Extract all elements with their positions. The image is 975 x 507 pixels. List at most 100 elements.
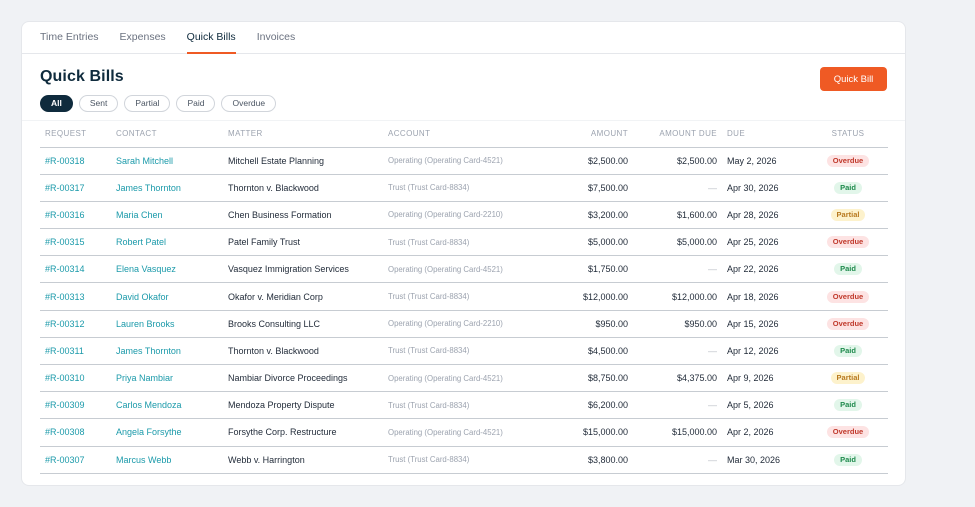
status-cell: Paid: [808, 446, 888, 474]
contact-link[interactable]: Robert Patel: [111, 228, 223, 257]
column-header-account[interactable]: ACCOUNT: [383, 121, 550, 148]
account-cell: Operating (Operating Card-2210): [383, 310, 550, 338]
status-badge: Paid: [834, 399, 862, 412]
column-header-status[interactable]: STATUS: [808, 121, 888, 148]
matter-cell: Vasquez Immigration Services: [223, 255, 383, 284]
quick-bills-table: REQUEST CONTACT MATTER ACCOUNT AMOUNT AM…: [40, 121, 888, 474]
request-id-link[interactable]: #R-00312: [40, 310, 111, 338]
amount-due-cell: —: [633, 174, 722, 202]
status-cell: Overdue: [808, 147, 888, 175]
amount-cell: $15,000.00: [550, 418, 633, 447]
request-id-link[interactable]: #R-00307: [40, 446, 111, 474]
table-row[interactable]: #R-00314 Elena Vasquez Vasquez Immigration…: [40, 255, 888, 284]
tab-time-entries[interactable]: Time Entries: [40, 22, 99, 54]
table-row[interactable]: #R-00311 James Thornton Thornton v. Blackw…: [40, 337, 888, 366]
request-id-link[interactable]: #R-00311: [40, 337, 111, 366]
matter-cell: Chen Business Formation: [223, 201, 383, 230]
amount-due-cell: $1,600.00: [633, 201, 722, 230]
contact-link[interactable]: Maria Chen: [111, 201, 223, 230]
account-cell: Operating (Operating Card-4521): [383, 364, 550, 393]
filter-all-chip[interactable]: All: [40, 95, 73, 112]
table-row[interactable]: #R-00309 Carlos Mendoza Mendoza Property D…: [40, 391, 888, 420]
column-header-matter[interactable]: MATTER: [223, 121, 383, 148]
due-date-cell: Apr 9, 2026: [722, 364, 808, 393]
table-row[interactable]: #R-00313 David Okafor Okafor v. Meridian C…: [40, 282, 888, 311]
contact-link[interactable]: Carlos Mendoza: [111, 391, 223, 420]
account-cell: Operating (Operating Card-4521): [383, 418, 550, 447]
new-quick-bill-button[interactable]: Quick Bill: [820, 67, 887, 91]
status-cell: Overdue: [808, 228, 888, 257]
table-row[interactable]: #R-00318 Sarah Mitchell Mitchell Estate Pl…: [40, 147, 888, 175]
account-cell: Trust (Trust Card-8834): [383, 174, 550, 202]
status-filter-chips: All Sent Partial Paid Overdue: [40, 95, 887, 112]
status-cell: Paid: [808, 391, 888, 420]
due-date-cell: Mar 30, 2026: [722, 446, 808, 474]
amount-cell: $950.00: [550, 310, 633, 338]
matter-cell: Patel Family Trust: [223, 228, 383, 257]
amount-due-cell: $15,000.00: [633, 418, 722, 447]
contact-link[interactable]: Marcus Webb: [111, 446, 223, 474]
column-header-contact[interactable]: CONTACT: [111, 121, 223, 148]
amount-cell: $8,750.00: [550, 364, 633, 393]
table-row[interactable]: #R-00315 Robert Patel Patel Family Trust Tr…: [40, 228, 888, 257]
request-id-link[interactable]: #R-00310: [40, 364, 111, 393]
table-row[interactable]: #R-00317 James Thornton Thornton v. Blackw…: [40, 174, 888, 202]
filter-partial-chip[interactable]: Partial: [124, 95, 171, 112]
request-id-link[interactable]: #R-00318: [40, 147, 111, 175]
amount-cell: $7,500.00: [550, 174, 633, 202]
request-id-link[interactable]: #R-00315: [40, 228, 111, 257]
matter-cell: Brooks Consulting LLC: [223, 310, 383, 338]
column-header-request[interactable]: REQUEST: [40, 121, 111, 148]
table-row[interactable]: #R-00310 Priya Nambiar Nambiar Divorce Pro…: [40, 364, 888, 393]
contact-link[interactable]: Lauren Brooks: [111, 310, 223, 338]
section-header: Quick Bills All Sent Partial Paid Overdu…: [22, 54, 905, 121]
amount-due-cell: $950.00: [633, 310, 722, 338]
contact-link[interactable]: Elena Vasquez: [111, 255, 223, 284]
tab-quick-bills[interactable]: Quick Bills: [186, 22, 236, 54]
column-header-amount[interactable]: AMOUNT: [550, 121, 633, 148]
contact-link[interactable]: James Thornton: [111, 174, 223, 202]
status-badge: Paid: [834, 181, 862, 194]
column-header-amount-due[interactable]: AMOUNT DUE: [633, 121, 722, 148]
tab-expenses[interactable]: Expenses: [120, 22, 166, 54]
account-cell: Trust (Trust Card-8834): [383, 391, 550, 420]
contact-link[interactable]: James Thornton: [111, 337, 223, 366]
due-date-cell: Apr 18, 2026: [722, 282, 808, 311]
filter-paid-chip[interactable]: Paid: [176, 95, 216, 112]
contact-link[interactable]: Priya Nambiar: [111, 364, 223, 393]
filter-overdue-chip[interactable]: Overdue: [221, 95, 277, 112]
matter-cell: Okafor v. Meridian Corp: [223, 282, 383, 311]
table-row[interactable]: #R-00308 Angela Forsythe Forsythe Corp. Re…: [40, 418, 888, 447]
matter-cell: Nambiar Divorce Proceedings: [223, 364, 383, 393]
table-row[interactable]: #R-00316 Maria Chen Chen Business Formatio…: [40, 201, 888, 230]
request-id-link[interactable]: #R-00316: [40, 201, 111, 230]
status-badge: Overdue: [826, 236, 870, 249]
due-date-cell: Apr 15, 2026: [722, 310, 808, 338]
table-row[interactable]: #R-00312 Lauren Brooks Brooks Consulting L…: [40, 310, 888, 338]
status-badge: Overdue: [826, 154, 870, 167]
contact-link[interactable]: Angela Forsythe: [111, 418, 223, 447]
filter-sent-chip[interactable]: Sent: [78, 95, 119, 112]
request-id-link[interactable]: #R-00308: [40, 418, 111, 447]
table-body: #R-00318 Sarah Mitchell Mitchell Estate Pl…: [40, 147, 888, 474]
request-id-link[interactable]: #R-00313: [40, 282, 111, 311]
quick-bills-card: Time Entries Expenses Quick Bills Invoic…: [21, 21, 906, 486]
table-row[interactable]: #R-00307 Marcus Webb Webb v. Harrington Tru…: [40, 446, 888, 474]
contact-link[interactable]: Sarah Mitchell: [111, 147, 223, 175]
matter-cell: Thornton v. Blackwood: [223, 174, 383, 202]
amount-due-cell: —: [633, 391, 722, 420]
table-header-row: REQUEST CONTACT MATTER ACCOUNT AMOUNT AM…: [40, 121, 888, 148]
matter-cell: Webb v. Harrington: [223, 446, 383, 474]
request-id-link[interactable]: #R-00317: [40, 174, 111, 202]
column-header-due[interactable]: DUE: [722, 121, 808, 148]
contact-link[interactable]: David Okafor: [111, 282, 223, 311]
request-id-link[interactable]: #R-00314: [40, 255, 111, 284]
tab-invoices[interactable]: Invoices: [257, 22, 296, 54]
status-cell: Overdue: [808, 418, 888, 447]
matter-cell: Mitchell Estate Planning: [223, 147, 383, 175]
status-badge: Overdue: [826, 426, 870, 439]
request-id-link[interactable]: #R-00309: [40, 391, 111, 420]
amount-due-cell: $12,000.00: [633, 282, 722, 311]
due-date-cell: May 2, 2026: [722, 147, 808, 175]
status-cell: Partial: [808, 364, 888, 393]
